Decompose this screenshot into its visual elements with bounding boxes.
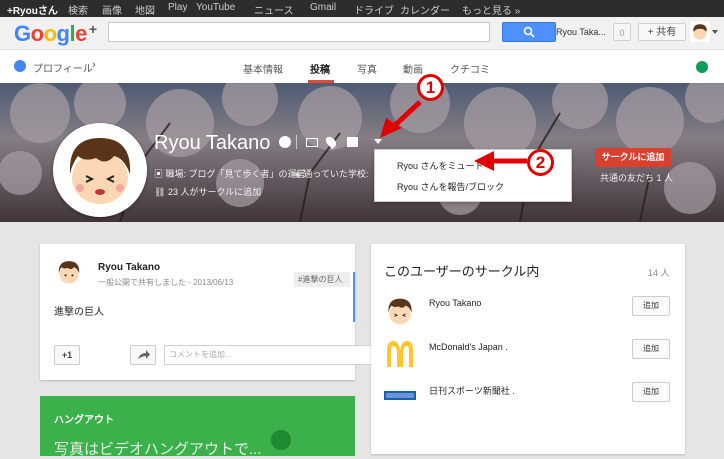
verified-c-icon <box>279 136 291 148</box>
mutual-friends[interactable]: 共通の友だち 1 人 <box>600 171 673 184</box>
gbar-item-play[interactable]: Play <box>168 2 187 13</box>
google-top-bar: +Ryouさん 検索 画像 地図 Play YouTube ニュース Gmail… <box>0 0 724 17</box>
mcdonalds-logo[interactable] <box>383 337 417 371</box>
share-button[interactable]: + 共有 <box>638 23 686 41</box>
school-text: 通っていた学校: <box>303 169 369 179</box>
divider <box>296 135 297 149</box>
circles-count[interactable]: 14 人 <box>648 266 670 279</box>
job-info: ▣ 職場: ブログ「見て歩く者」の運営 <box>154 169 306 179</box>
profile-name: Ryou Takano <box>154 132 271 154</box>
annotation-number-1: 1 <box>417 74 444 101</box>
gbar-item-maps[interactable]: 地図 <box>135 2 155 17</box>
hangout-text: 写真はビデオハングアウトで... <box>54 441 262 458</box>
chevron-right-icon[interactable]: › <box>92 59 96 71</box>
add-member-button[interactable]: 追加 <box>632 296 670 316</box>
search-input[interactable] <box>108 22 490 42</box>
gbar-item-news[interactable]: ニュース <box>254 2 294 17</box>
plus-one-button[interactable]: +1 <box>54 345 80 365</box>
account-caret-icon[interactable] <box>712 30 718 34</box>
circles-heading: このユーザーのサークル内 <box>384 264 540 279</box>
post-author-name[interactable]: Ryou Takano <box>98 262 160 273</box>
add-to-circles-button[interactable]: サークルに追加 <box>595 148 671 167</box>
logo-text: Google <box>14 21 87 46</box>
profile-photo[interactable] <box>53 123 147 217</box>
search-button[interactable] <box>502 22 556 42</box>
gbar-item-gmail[interactable]: Gmail <box>310 2 336 13</box>
avatar-cartoon-icon <box>54 257 84 287</box>
more-options-caret-icon[interactable] <box>374 139 382 144</box>
gbar-item-profile[interactable]: +Ryouさん <box>7 2 58 17</box>
member-avatar-ryou[interactable] <box>383 294 417 328</box>
nikkansports-logo-icon <box>384 391 416 400</box>
tab-posts[interactable]: 投稿 <box>310 61 330 76</box>
profile-label[interactable]: プロフィール <box>33 60 93 75</box>
member-name-nikkansports[interactable]: 日刊スポーツ新聞社 . <box>429 384 515 397</box>
profile-person-icon <box>14 60 26 72</box>
share-arrow-icon <box>138 350 150 359</box>
in-circles-panel: このユーザーのサークル内 14 人 Ryou Takano 追加 McDonal… <box>371 244 685 454</box>
profile-navbar: プロフィール › 基本情報 投稿 写真 動画 クチコミ <box>0 50 724 84</box>
gbar-item-search[interactable]: 検索 <box>68 2 88 17</box>
header-avatar[interactable] <box>690 22 710 42</box>
search-icon <box>523 26 535 38</box>
gbar-item-drive[interactable]: ドライブ <box>354 2 394 17</box>
add-member-button[interactable]: 追加 <box>632 382 670 402</box>
tab-reviews[interactable]: クチコミ <box>450 61 490 76</box>
hangouts-icon[interactable] <box>696 61 708 73</box>
menu-item-report-block[interactable]: Ryou さんを報告/ブロック <box>397 180 504 193</box>
video-play-icon[interactable] <box>271 430 291 450</box>
post-card: Ryou Takano 一般公開で共有しました - 2013/06/13 #進撃… <box>40 244 380 380</box>
post-hashtag[interactable]: #進撃の巨人 <box>294 272 350 287</box>
header-user-name[interactable]: Ryou Taka... <box>556 27 606 37</box>
post-author-avatar[interactable] <box>54 257 84 287</box>
share-post-button[interactable] <box>130 345 156 365</box>
post-tag-accent <box>353 272 355 322</box>
member-name-mcdonalds[interactable]: McDonald's Japan . <box>429 342 508 352</box>
header: Google + Ryou Taka... 0 + 共有 <box>0 17 724 50</box>
member-name-ryou[interactable]: Ryou Takano <box>429 298 481 308</box>
gbar-item-youtube[interactable]: YouTube <box>196 2 235 13</box>
mcdonalds-arches-icon <box>387 341 413 367</box>
job-text: 職場: ブログ「見て歩く者」の運営 <box>165 169 306 179</box>
circles-count-text: 23 人がサークルに追加 <box>167 187 262 197</box>
notification-count[interactable]: 0 <box>613 23 631 41</box>
annotation-number-2: 2 <box>527 149 554 176</box>
comment-input[interactable]: コメントを追加... <box>164 345 380 365</box>
nikkansports-logo[interactable] <box>383 378 417 412</box>
circles-info[interactable]: ⛓ 23 人がサークルに追加 <box>154 185 261 198</box>
mail-icon[interactable] <box>306 138 318 147</box>
message-icon[interactable] <box>347 137 358 147</box>
menu-item-mute[interactable]: Ryou さんをミュート <box>397 159 484 172</box>
gbar-item-more[interactable]: もっと見る » <box>462 2 520 17</box>
google-plus-logo[interactable]: Google + <box>14 21 97 47</box>
hangout-title: ハングアウト <box>54 415 114 426</box>
school-info: ◈ 通っていた学校: <box>294 169 369 179</box>
hangout-card: ハングアウト 写真はビデオハングアウトで... <box>40 396 355 458</box>
tab-photos[interactable]: 写真 <box>357 61 377 76</box>
avatar-cartoon-icon <box>383 294 417 328</box>
gbar-item-calendar[interactable]: カレンダー <box>400 2 450 17</box>
tab-videos[interactable]: 動画 <box>403 61 423 76</box>
avatar-cartoon-icon <box>690 22 710 42</box>
post-meta[interactable]: 一般公開で共有しました - 2013/06/13 <box>98 277 233 288</box>
add-member-button[interactable]: 追加 <box>632 339 670 359</box>
post-body: 進撃の巨人 <box>54 307 104 318</box>
avatar-cartoon-icon <box>56 126 144 214</box>
tab-about[interactable]: 基本情報 <box>243 61 283 76</box>
gbar-item-images[interactable]: 画像 <box>102 2 122 17</box>
logo-plus: + <box>88 21 97 37</box>
cover-photo: Ryou Takano ▣ 職場: ブログ「見て歩く者」の運営 ◈ 通っていた学… <box>0 83 724 222</box>
